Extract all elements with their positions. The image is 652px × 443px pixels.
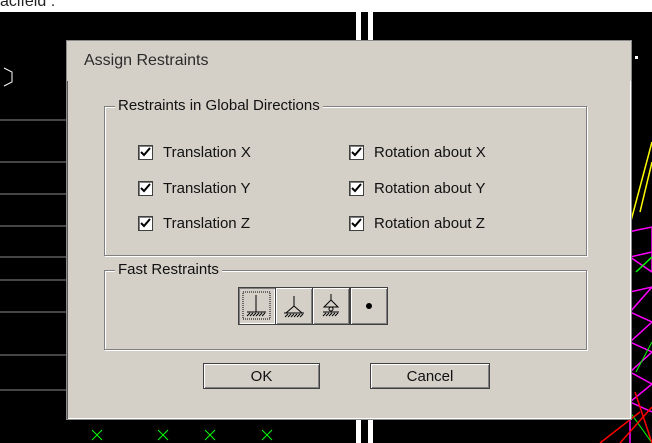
rotation-x-checkbox[interactable]: Rotation about X [349, 142, 486, 162]
fixed-support-button[interactable] [238, 287, 276, 325]
free-node-button[interactable] [350, 287, 388, 325]
translation-y-label: Translation Y [163, 179, 251, 197]
check-icon [351, 182, 362, 192]
cancel-button[interactable]: Cancel [370, 363, 490, 389]
check-icon [351, 146, 362, 156]
ok-button[interactable]: OK [203, 363, 320, 389]
fast-restraints-group: Fast Restraints [104, 261, 587, 350]
translation-x-checkbox[interactable]: Translation X [138, 142, 251, 162]
checkbox-box[interactable] [349, 180, 364, 196]
rotation-y-checkbox[interactable]: Rotation about Y [349, 178, 485, 198]
checkbox-box[interactable] [138, 215, 153, 231]
rotation-z-checkbox[interactable]: Rotation about Z [349, 213, 485, 233]
fixed-support-icon [242, 291, 271, 320]
check-icon [140, 146, 151, 156]
checkbox-box[interactable] [138, 180, 153, 196]
assign-restraints-dialog: Assign Restraints Restraints in Global D… [66, 40, 632, 420]
caption-text: aclfeld : [0, 0, 56, 10]
check-icon [140, 217, 151, 227]
translation-y-checkbox[interactable]: Translation Y [138, 178, 251, 198]
global-directions-group: Restraints in Global Directions Translat… [104, 97, 587, 256]
translation-z-label: Translation Z [163, 214, 250, 232]
rotation-y-label: Rotation about Y [374, 179, 486, 197]
rotation-z-label: Rotation about Z [374, 214, 485, 232]
pinned-support-button[interactable] [275, 287, 313, 325]
checkbox-box[interactable] [349, 144, 364, 160]
rotation-x-label: Rotation about X [374, 143, 486, 161]
free-node-icon [366, 303, 372, 309]
roller-support-button[interactable] [312, 287, 350, 325]
pinned-support-icon [284, 296, 304, 318]
check-icon [140, 182, 151, 192]
checkbox-box[interactable] [349, 215, 364, 231]
check-icon [351, 217, 362, 227]
translation-z-checkbox[interactable]: Translation Z [138, 213, 250, 233]
translation-x-label: Translation X [163, 143, 251, 161]
caption-strip: aclfeld : [0, 0, 652, 12]
dialog-title: Assign Restraints [84, 52, 209, 69]
global-directions-group-label: Restraints in Global Directions [115, 97, 323, 114]
fast-restraints-group-label: Fast Restraints [115, 261, 222, 278]
roller-support-icon [322, 294, 340, 317]
dialog-title-bar[interactable]: Assign Restraints [67, 41, 631, 81]
checkbox-box[interactable] [138, 144, 153, 160]
